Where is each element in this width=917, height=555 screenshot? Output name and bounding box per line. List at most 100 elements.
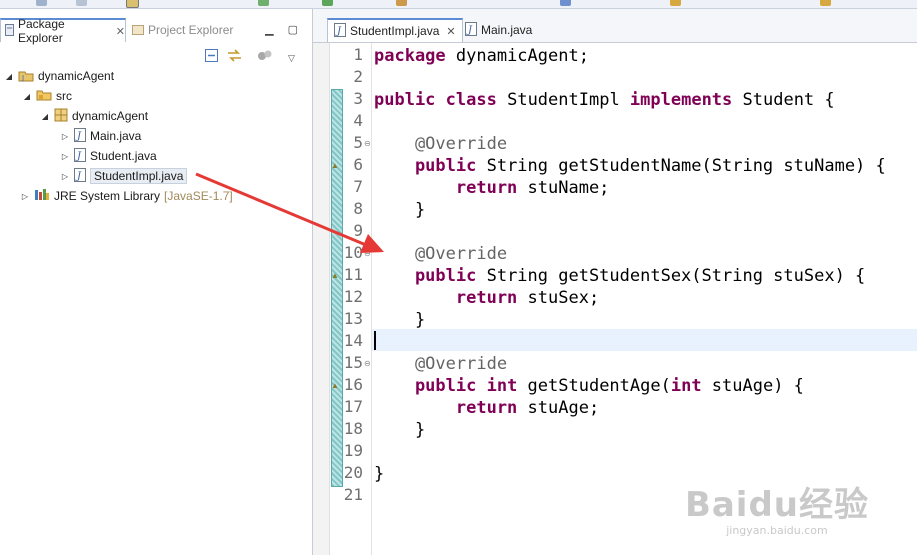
code-line[interactable]: public String getStudentName(String stuN… — [374, 156, 886, 176]
tab-label: Main.java — [481, 23, 533, 37]
tree-item-label: JRE System Library — [54, 189, 161, 203]
tab-package-explorer[interactable]: Package Explorer ✕ — [0, 17, 126, 45]
code-line[interactable]: return stuSex; — [374, 288, 599, 308]
collapse-icon[interactable]: ▷ — [60, 172, 70, 181]
tree-item-src[interactable]: ◢ src — [22, 87, 72, 105]
code-line[interactable]: public int getStudentAge(int stuAge) { — [374, 376, 804, 396]
code-line[interactable]: package dynamicAgent; — [374, 46, 589, 66]
fold-collapse-icon[interactable]: ⊖ — [364, 249, 373, 258]
code-line[interactable]: } — [374, 464, 384, 484]
code-text: stuAge) { — [701, 376, 804, 396]
code-line[interactable]: } — [374, 420, 425, 440]
code-line[interactable]: public String getStudentSex(String stuSe… — [374, 266, 865, 286]
java-editor: J StudentImpl.java ✕ J Main.java 1 2 3 4… — [313, 9, 917, 555]
code-text: stuSex; — [517, 288, 600, 308]
toolbar-icon[interactable] — [396, 0, 407, 6]
tab-label: Project Explorer — [148, 23, 234, 37]
toolbar-icon[interactable] — [670, 0, 681, 6]
line-number: 21 — [343, 485, 363, 504]
code-line[interactable]: @Override — [374, 134, 507, 154]
tree-item-label: dynamicAgent — [72, 109, 149, 123]
code-line[interactable]: } — [374, 200, 425, 220]
fold-collapse-icon[interactable]: ⊖ — [364, 139, 373, 148]
java-file-icon: J — [334, 22, 346, 40]
code-line[interactable]: return stuName; — [374, 178, 610, 198]
tree-item-label: Main.java — [90, 129, 142, 143]
toolbar-icon[interactable] — [126, 0, 139, 8]
keyword: int — [476, 376, 518, 396]
code-text: StudentImpl — [496, 90, 630, 110]
tree-item-jre-library[interactable]: ▷ JRE System Library [JavaSE-1.7] — [20, 187, 233, 205]
code-line[interactable]: } — [374, 310, 425, 330]
line-number: 19 — [343, 441, 363, 460]
minimize-icon[interactable]: ▁ — [265, 23, 273, 36]
svg-text:J: J — [75, 151, 82, 162]
collapse-icon[interactable]: ▷ — [60, 152, 70, 161]
tree-item-label: StudentImpl.java — [90, 168, 188, 184]
link-with-editor-icon[interactable] — [227, 49, 242, 67]
code-line[interactable]: @Override — [374, 354, 507, 374]
override-marker-icon[interactable]: ▲ — [331, 271, 341, 280]
tree-item-project[interactable]: ◢ J dynamicAgent — [4, 67, 114, 85]
code-line[interactable]: return stuAge; — [374, 398, 599, 418]
main-toolbar — [0, 0, 917, 9]
override-marker-icon[interactable]: ▲ — [331, 161, 341, 170]
tree-item-package[interactable]: ◢ dynamicAgent — [40, 107, 148, 125]
tree-item-label: Student.java — [90, 149, 157, 163]
toolbar-icon[interactable] — [322, 0, 333, 6]
line-number: 11 — [343, 265, 363, 284]
java-file-icon: J — [465, 21, 477, 39]
svg-text:J: J — [335, 26, 342, 37]
expand-icon[interactable]: ◢ — [22, 92, 32, 101]
keyword: public — [374, 90, 436, 110]
toolbar-icon[interactable] — [820, 0, 831, 6]
keyword: class — [445, 90, 497, 110]
line-number: 1 — [353, 45, 363, 64]
expand-icon[interactable]: ◢ — [40, 112, 50, 121]
svg-text:J: J — [466, 25, 473, 36]
maximize-icon[interactable]: ▢ — [288, 23, 298, 36]
close-icon[interactable]: ✕ — [446, 25, 455, 38]
line-number: 20 — [343, 463, 363, 482]
java-file-icon: J — [74, 127, 86, 145]
line-number: 13 — [343, 309, 363, 328]
svg-text:J: J — [75, 131, 82, 142]
expand-icon[interactable]: ◢ — [4, 72, 14, 81]
tree-item-student-java[interactable]: ▷ J Student.java — [60, 147, 157, 165]
line-number: 16 — [343, 375, 363, 394]
line-number: 10 — [343, 243, 363, 262]
keyword: return — [374, 178, 518, 198]
code-line[interactable]: @Override — [374, 244, 507, 264]
package-icon — [54, 108, 68, 125]
fold-collapse-icon[interactable]: ⊖ — [364, 359, 373, 368]
line-number: 14 — [343, 331, 363, 350]
line-number: 7 — [353, 177, 363, 196]
toolbar-icon[interactable] — [560, 0, 571, 6]
toolbar-icon[interactable] — [36, 0, 47, 6]
toolbar-icon[interactable] — [258, 0, 269, 6]
java-project-icon: J — [18, 68, 34, 85]
code-text: String getStudentName(String stuName) { — [476, 156, 886, 176]
keyword: return — [374, 288, 518, 308]
chevron-down-icon[interactable]: ▽ — [288, 53, 295, 64]
tree-item-main-java[interactable]: ▷ J Main.java — [60, 127, 141, 145]
tab-project-explorer[interactable]: Project Explorer — [127, 19, 233, 41]
close-icon[interactable]: ✕ — [116, 25, 125, 38]
collapse-all-icon[interactable] — [205, 49, 218, 67]
code-text: Student { — [732, 90, 835, 110]
collapse-icon[interactable]: ▷ — [20, 192, 30, 201]
tree-item-label: src — [56, 89, 72, 103]
toolbar-icon[interactable] — [76, 0, 87, 6]
line-number: 18 — [343, 419, 363, 438]
tab-studentimpl-java[interactable]: J StudentImpl.java ✕ — [327, 18, 463, 42]
keyword: package — [374, 46, 446, 66]
override-marker-icon[interactable]: ▲ — [331, 381, 341, 390]
tree-item-studentimpl-java[interactable]: ▷ J StudentImpl.java — [60, 167, 188, 185]
view-menu-icon[interactable] — [257, 49, 273, 67]
collapse-icon[interactable]: ▷ — [60, 132, 70, 141]
tab-label: Package Explorer — [18, 17, 65, 45]
code-line[interactable]: public class StudentImpl implements Stud… — [374, 90, 835, 110]
tab-main-java[interactable]: J Main.java — [459, 19, 538, 41]
line-number: 8 — [353, 199, 363, 218]
java-file-icon: J — [74, 147, 86, 165]
